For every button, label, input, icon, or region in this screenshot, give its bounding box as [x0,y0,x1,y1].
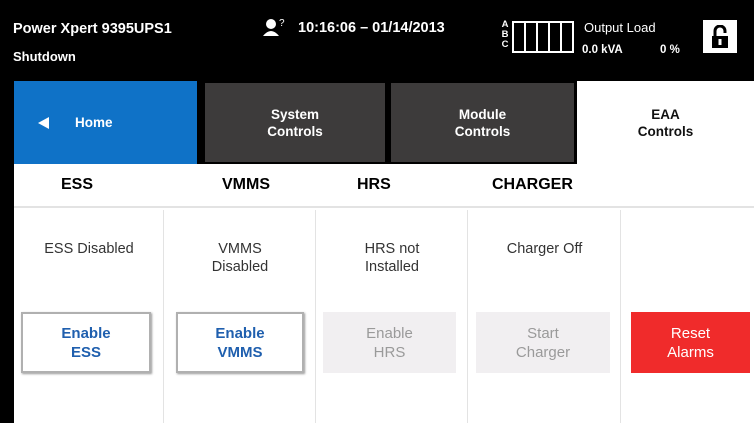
phase-bar [550,23,562,51]
device-name: Power Xpert 9395UPS1 [13,21,172,37]
enable-vmms-button[interactable]: Enable VMMS [176,312,304,373]
user-help-icon[interactable]: ? [262,17,288,39]
tab-home-label: Home [75,115,113,130]
device-state: Shutdown [13,49,76,64]
column-ess: ESS [61,176,94,193]
column-hrs: HRS [357,176,391,193]
user-badge: ? [279,18,285,29]
enable-ess-button[interactable]: Enable ESS [21,312,151,373]
output-load-label: Output Load [584,20,656,35]
eaa-controls-panel: ESS VMMS HRS CHARGER ESS Disabled VMMS D… [14,164,754,423]
tab-home[interactable]: Home [14,81,200,164]
tab-eaa-controls-label: EAA Controls [637,106,694,139]
phase-bar [526,23,538,51]
unlocked-padlock-icon [712,24,728,48]
hrs-status: HRS not Installed [364,241,420,275]
charger-status: Charger Off [506,241,583,257]
output-percent: 0 % [660,44,680,56]
phase-c: C [501,39,509,50]
phase-bar [562,23,572,51]
tab-system-controls-label: System Controls [267,106,323,139]
datetime: 10:16:06 – 01/14/2013 [298,20,445,36]
back-arrow-icon [38,116,49,129]
tab-eaa-controls[interactable]: EAA Controls [577,81,754,164]
start-charger-button[interactable]: Start Charger [476,312,610,373]
ess-status: ESS Disabled [44,241,134,257]
vmms-status: VMMS Disabled [211,241,269,275]
phase-labels: A B C [500,20,510,50]
nav-tabs: Home System Controls Module Controls EAA… [14,81,754,164]
lock-button[interactable] [703,20,737,53]
column-header-row: ESS VMMS HRS CHARGER [14,164,754,208]
tab-module-controls[interactable]: Module Controls [389,81,576,164]
output-kva: 0.0 kVA [582,44,623,56]
status-header: Power Xpert 9395UPS1 Shutdown ? 10:16:06… [0,0,754,80]
phase-bar [538,23,550,51]
tab-system-controls[interactable]: System Controls [203,81,387,164]
enable-hrs-button[interactable]: Enable HRS [323,312,456,373]
column-charger: CHARGER [492,176,573,193]
column-vmms: VMMS [222,176,270,193]
phase-bar [514,23,526,51]
reset-alarms-button[interactable]: Reset Alarms [631,312,750,373]
phase-load-bars [512,21,574,53]
tab-module-controls-label: Module Controls [454,106,511,139]
ups-screen: Power Xpert 9395UPS1 Shutdown ? 10:16:06… [0,0,754,423]
